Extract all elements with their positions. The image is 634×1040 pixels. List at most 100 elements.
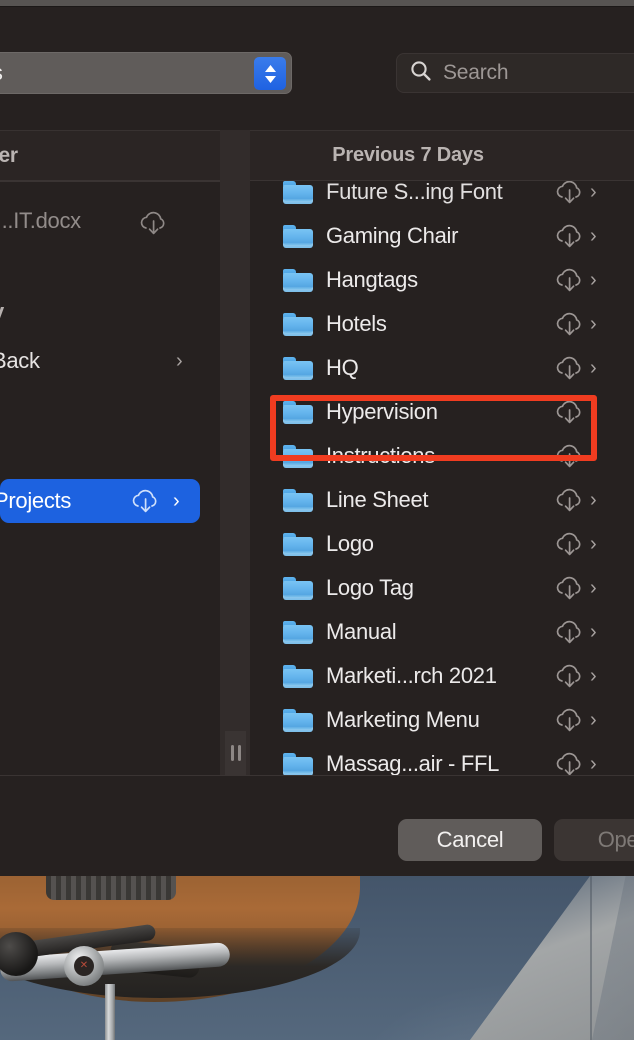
list-item[interactable]: Logo Tag ›	[250, 566, 634, 610]
list-item-label: Marketi...rch 2021	[326, 663, 497, 688]
sidebar-item-label: Projects	[0, 488, 72, 513]
dialog-toolbar: air Projects Search	[0, 8, 634, 130]
search-placeholder: Search	[443, 61, 509, 84]
list-item-label: Hypervision	[326, 399, 438, 424]
chevron-up-down-icon[interactable]	[254, 57, 286, 90]
folder-icon	[283, 752, 313, 775]
folder-icon	[283, 444, 313, 468]
screen: ✕ air Projects	[0, 0, 634, 1040]
pane-divider	[220, 181, 250, 775]
photo-backdrop-seam	[590, 876, 592, 1040]
file-open-dialog: air Projects Search	[0, 0, 634, 876]
cloud-download-icon[interactable]	[552, 400, 588, 426]
cloud-download-icon[interactable]	[552, 181, 588, 206]
list-item[interactable]: Marketing Menu ›	[250, 698, 634, 742]
folder-icon	[283, 356, 313, 380]
cloud-download-icon[interactable]	[552, 576, 588, 602]
folder-icon	[283, 488, 313, 512]
chevron-right-icon[interactable]: ›	[590, 489, 597, 512]
sidebar-item-docx[interactable]: f...IT.docx	[0, 199, 220, 243]
chair-dial-mark: ✕	[79, 960, 89, 971]
cloud-download-icon[interactable]	[552, 312, 588, 338]
chevron-right-icon[interactable]: ›	[590, 577, 597, 600]
list-item[interactable]: Massag...air - FFL ›	[250, 742, 634, 775]
search-icon	[409, 59, 433, 88]
chevron-right-icon[interactable]: ›	[590, 401, 597, 424]
chevron-right-icon[interactable]: ›	[590, 445, 597, 468]
list-item[interactable]: Future S...ing Font ›	[250, 181, 634, 214]
location-popup-button[interactable]: air Projects	[0, 52, 292, 94]
list-item[interactable]: Instructions ›	[250, 434, 634, 478]
sidebar-item-label: Back	[0, 348, 40, 373]
folder-icon	[283, 181, 313, 204]
cloud-download-icon[interactable]	[552, 752, 588, 775]
list-item-label: Instructions	[326, 443, 435, 468]
chevron-right-icon[interactable]: ›	[590, 621, 597, 644]
chevron-right-icon[interactable]: ›	[590, 313, 597, 336]
list-item-label: Logo	[326, 531, 374, 556]
chevron-right-icon[interactable]: ›	[590, 225, 597, 248]
folder-icon	[283, 532, 313, 556]
cloud-download-icon[interactable]	[128, 489, 164, 515]
file-list-pane: Future S...ing Font › Gaming Chair › Han…	[250, 181, 634, 775]
cancel-button[interactable]: Cancel	[398, 819, 542, 861]
folder-icon	[283, 620, 313, 644]
cloud-download-icon[interactable]	[552, 488, 588, 514]
cloud-download-icon[interactable]	[552, 708, 588, 734]
chevron-right-icon[interactable]: ›	[590, 665, 597, 688]
cloud-download-icon[interactable]	[552, 268, 588, 294]
titlebar-strip	[0, 0, 634, 7]
list-item[interactable]: Logo ›	[250, 522, 634, 566]
list-item-label: HQ	[326, 355, 359, 380]
cloud-download-icon[interactable]	[136, 211, 172, 237]
cloud-download-icon[interactable]	[552, 664, 588, 690]
cloud-download-icon[interactable]	[552, 620, 588, 646]
chevron-right-icon[interactable]: ›	[176, 350, 183, 373]
folder-icon	[283, 268, 313, 292]
cloud-download-icon[interactable]	[552, 224, 588, 250]
chair-post	[105, 984, 115, 1040]
list-item[interactable]: Hotels ›	[250, 302, 634, 346]
folder-icon	[283, 664, 313, 688]
list-item-label: Future S...ing Font	[326, 181, 503, 204]
sidebar-item-back[interactable]: Back ›	[0, 339, 220, 383]
sidebar-divider	[0, 181, 220, 182]
chevron-right-icon[interactable]: ›	[590, 357, 597, 380]
cloud-download-icon[interactable]	[552, 532, 588, 558]
search-input[interactable]: Search	[396, 53, 634, 93]
chevron-right-icon[interactable]: ›	[590, 269, 597, 292]
sidebar-group-title: y	[0, 299, 4, 325]
list-item[interactable]: HQ ›	[250, 346, 634, 390]
sidebar-item-projects[interactable]: Projects ›	[0, 479, 200, 523]
pane-resize-grip[interactable]	[225, 731, 246, 775]
list-item[interactable]: Manual ›	[250, 610, 634, 654]
folder-icon	[283, 312, 313, 336]
cloud-download-icon[interactable]	[552, 356, 588, 382]
open-button[interactable]: Open	[554, 819, 634, 861]
chevron-right-icon[interactable]: ›	[590, 533, 597, 556]
list-item[interactable]: Line Sheet ›	[250, 478, 634, 522]
list-item[interactable]: Gaming Chair ›	[250, 214, 634, 258]
cloud-download-icon[interactable]	[552, 444, 588, 470]
chevron-right-icon[interactable]: ›	[173, 490, 180, 513]
list-item-label: Hangtags	[326, 267, 418, 292]
list-item[interactable]: Hangtags ›	[250, 258, 634, 302]
chevron-right-icon[interactable]: ›	[590, 709, 597, 732]
list-item[interactable]: Hypervision ›	[250, 390, 634, 434]
chevron-right-icon[interactable]: ›	[590, 753, 597, 775]
chair-vent	[46, 876, 176, 900]
folder-icon	[283, 576, 313, 600]
list-item[interactable]: Marketi...rch 2021 ›	[250, 654, 634, 698]
list-item-label: Manual	[326, 619, 397, 644]
right-column-header: Previous 7 Days	[250, 130, 634, 181]
column-divider-top	[220, 130, 250, 181]
location-popup-label: air Projects	[0, 60, 291, 86]
background-product-photo: ✕	[0, 876, 634, 1040]
left-column-header-label: ber	[0, 143, 18, 167]
chevron-right-icon[interactable]: ›	[590, 181, 597, 204]
list-item-label: Gaming Chair	[326, 223, 459, 248]
list-item-label: Logo Tag	[326, 575, 414, 600]
list-item-label: Marketing Menu	[326, 707, 480, 732]
folder-icon	[283, 224, 313, 248]
left-column-header: ber	[0, 130, 220, 181]
